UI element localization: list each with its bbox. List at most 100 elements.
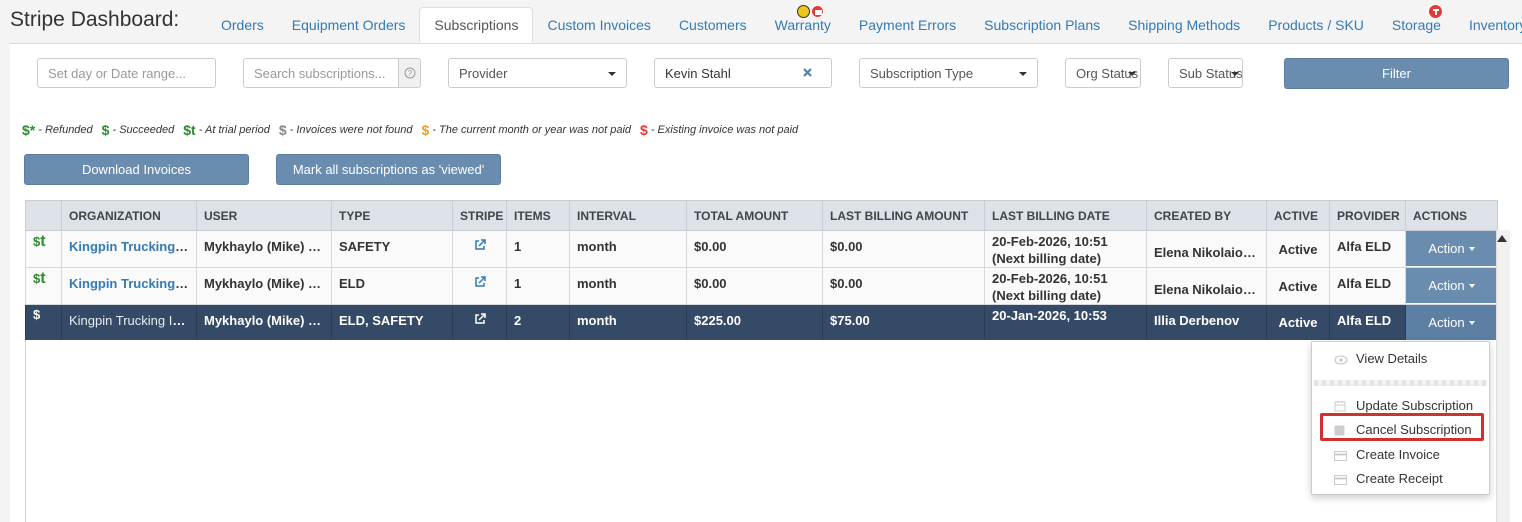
menu-item-label: Cancel Subscription bbox=[1356, 421, 1472, 437]
type-cell: ELD bbox=[331, 267, 453, 305]
organization-link-text[interactable]: Kingpin Trucking Inc bbox=[69, 276, 196, 291]
legend-not-paid-period: $ - The current month or year was not pai… bbox=[422, 122, 632, 138]
tab-warranty[interactable]: Warranty bbox=[761, 5, 845, 43]
menu-item-view-details[interactable]: View Details bbox=[1312, 347, 1489, 369]
organization-link[interactable]: Kingpin Trucking Inc (8 bbox=[61, 304, 197, 341]
active-cell: Active bbox=[1266, 304, 1330, 341]
download-invoices-button[interactable]: Download Invoices bbox=[24, 154, 249, 185]
subscriptions-table: ORGANIZATION USER TYPE STRIPE ITEMS INTE… bbox=[25, 200, 1498, 341]
clear-icon[interactable] bbox=[802, 66, 813, 81]
provider-cell: Alfa ELD bbox=[1329, 304, 1406, 341]
last-billing-amount-cell: $75.00 bbox=[822, 304, 985, 341]
stripe-cell bbox=[452, 267, 507, 305]
tab-orders[interactable]: Orders bbox=[207, 7, 278, 43]
organization-link-text[interactable]: Kingpin Trucking Inc bbox=[69, 239, 196, 254]
tab-label: Products / SKU bbox=[1268, 17, 1364, 33]
col-items[interactable]: ITEMS bbox=[506, 200, 570, 231]
menu-item-create-invoice[interactable]: Create Invoice bbox=[1312, 443, 1489, 465]
tab-inventory-board[interactable]: Inventory Board bbox=[1455, 7, 1522, 43]
col-active[interactable]: ACTIVE bbox=[1266, 200, 1330, 231]
storage-alert-icon bbox=[1427, 4, 1443, 19]
subscription-type-select[interactable]: Subscription Type bbox=[859, 58, 1038, 88]
tab-label: Custom Invoices bbox=[547, 17, 651, 33]
table-header-row: ORGANIZATION USER TYPE STRIPE ITEMS INTE… bbox=[25, 200, 1498, 231]
tab-subscription-plans[interactable]: Subscription Plans bbox=[970, 7, 1114, 43]
table-row[interactable]: $t Kingpin Trucking Inc Mykhaylo (Mike) … bbox=[25, 230, 1498, 268]
col-provider[interactable]: PROVIDER bbox=[1329, 200, 1406, 231]
billing-date: 20-Feb-2026, 10:51 bbox=[992, 234, 1108, 249]
action-label: Action bbox=[1428, 241, 1465, 256]
col-last-billing-amount[interactable]: LAST BILLING AMOUNT bbox=[822, 200, 985, 231]
menu-item-cancel-subscription[interactable]: Cancel Subscription bbox=[1312, 418, 1489, 440]
user-select[interactable]: Kevin Stahl bbox=[654, 58, 832, 88]
action-dropdown-button[interactable]: Action bbox=[1406, 268, 1497, 303]
interval-cell: month bbox=[569, 230, 687, 268]
organization-link-text[interactable]: Kingpin Trucking Inc (8 bbox=[69, 313, 196, 328]
last-billing-date-cell: 20-Feb-2026, 10:51 (Next billing date) bbox=[984, 230, 1147, 268]
legend-text: - Existing invoice was not paid bbox=[650, 124, 799, 136]
table-row[interactable]: $t Kingpin Trucking Inc Mykhaylo (Mike) … bbox=[25, 267, 1498, 305]
tab-equipment-orders[interactable]: Equipment Orders bbox=[278, 7, 420, 43]
warranty-error-icon bbox=[810, 5, 824, 18]
interval-cell: month bbox=[569, 304, 687, 341]
provider-select[interactable]: Provider bbox=[448, 58, 627, 88]
tab-customers[interactable]: Customers bbox=[665, 7, 761, 43]
menu-item-update-subscription[interactable]: Update Subscription bbox=[1312, 394, 1489, 416]
tab-products-sku[interactable]: Products / SKU bbox=[1254, 7, 1378, 43]
action-dropdown-menu: View Details Update Subscription Cancel … bbox=[1311, 341, 1490, 495]
external-link-icon[interactable] bbox=[474, 276, 486, 291]
tab-custom-invoices[interactable]: Custom Invoices bbox=[533, 7, 664, 43]
organization-link[interactable]: Kingpin Trucking Inc bbox=[61, 267, 197, 305]
search-input[interactable] bbox=[243, 58, 399, 88]
mark-viewed-button[interactable]: Mark all subscriptions as 'viewed' bbox=[276, 154, 501, 185]
scroll-up-icon[interactable] bbox=[1497, 235, 1507, 242]
chevron-down-icon bbox=[1128, 72, 1136, 76]
last-billing-date-cell: 20-Feb-2026, 10:51 (Next billing date) bbox=[984, 267, 1147, 305]
action-dropdown-button[interactable]: Action bbox=[1406, 231, 1497, 266]
page-title: Stripe Dashboard: bbox=[10, 8, 180, 31]
tab-payment-errors[interactable]: Payment Errors bbox=[845, 7, 970, 43]
legend-symbol: $* bbox=[22, 122, 36, 138]
user-select-value: Kevin Stahl bbox=[665, 65, 731, 81]
col-organization[interactable]: ORGANIZATION bbox=[61, 200, 197, 231]
date-range-input[interactable] bbox=[37, 58, 216, 88]
last-billing-date-cell: 20-Jan-2026, 10:53 bbox=[984, 304, 1147, 341]
col-total-amount[interactable]: TOTAL AMOUNT bbox=[686, 200, 823, 231]
org-status-select[interactable]: Org Status bbox=[1065, 58, 1141, 88]
action-dropdown-button[interactable]: Action bbox=[1406, 305, 1497, 340]
tab-label: Payment Errors bbox=[858, 17, 957, 33]
help-icon[interactable]: ? bbox=[398, 58, 421, 88]
legend-text: - Refunded bbox=[38, 124, 93, 136]
tab-storage[interactable]: Storage bbox=[1378, 4, 1455, 43]
tab-label: Inventory Board bbox=[1468, 17, 1522, 33]
col-user[interactable]: USER bbox=[196, 200, 332, 231]
table-row-selected[interactable]: $ Kingpin Trucking Inc (8 Mykhaylo (Mike… bbox=[25, 304, 1498, 341]
organization-link[interactable]: Kingpin Trucking Inc bbox=[61, 230, 197, 268]
col-interval[interactable]: INTERVAL bbox=[569, 200, 687, 231]
tab-label: Orders bbox=[221, 17, 264, 33]
status-succeeded-icon: $ bbox=[25, 304, 62, 341]
external-link-icon[interactable] bbox=[474, 239, 486, 254]
col-type[interactable]: TYPE bbox=[331, 200, 453, 231]
col-last-billing-date[interactable]: LAST BILLING DATE bbox=[984, 200, 1147, 231]
filter-button[interactable]: Filter bbox=[1284, 58, 1509, 89]
sub-status-select[interactable]: Sub Status bbox=[1168, 58, 1243, 88]
col-status bbox=[25, 200, 62, 231]
credit-card-icon bbox=[1334, 473, 1347, 485]
tab-subscriptions[interactable]: Subscriptions bbox=[419, 7, 534, 43]
col-created-by[interactable]: CREATED BY bbox=[1146, 200, 1267, 231]
status-legend: $* - Refunded $ - Succeeded $t - At trial p… bbox=[22, 122, 807, 138]
legend-invoice-unpaid: $ - Existing invoice was not paid bbox=[640, 122, 798, 138]
tab-label: Subscriptions bbox=[434, 17, 519, 33]
tab-shipping-methods[interactable]: Shipping Methods bbox=[1114, 7, 1254, 43]
external-link-icon[interactable] bbox=[474, 313, 486, 328]
menu-item-label: View Details bbox=[1356, 350, 1428, 366]
menu-item-create-receipt[interactable]: Create Receipt bbox=[1312, 467, 1489, 489]
table-scrollbar[interactable] bbox=[1496, 230, 1510, 522]
eye-icon bbox=[1334, 353, 1348, 365]
chevron-down-icon bbox=[608, 72, 616, 76]
items-cell: 2 bbox=[506, 304, 570, 341]
tab-label: Storage bbox=[1391, 17, 1441, 33]
total-amount-cell: $0.00 bbox=[686, 230, 823, 268]
legend-text: - The current month or year was not paid bbox=[432, 124, 632, 136]
